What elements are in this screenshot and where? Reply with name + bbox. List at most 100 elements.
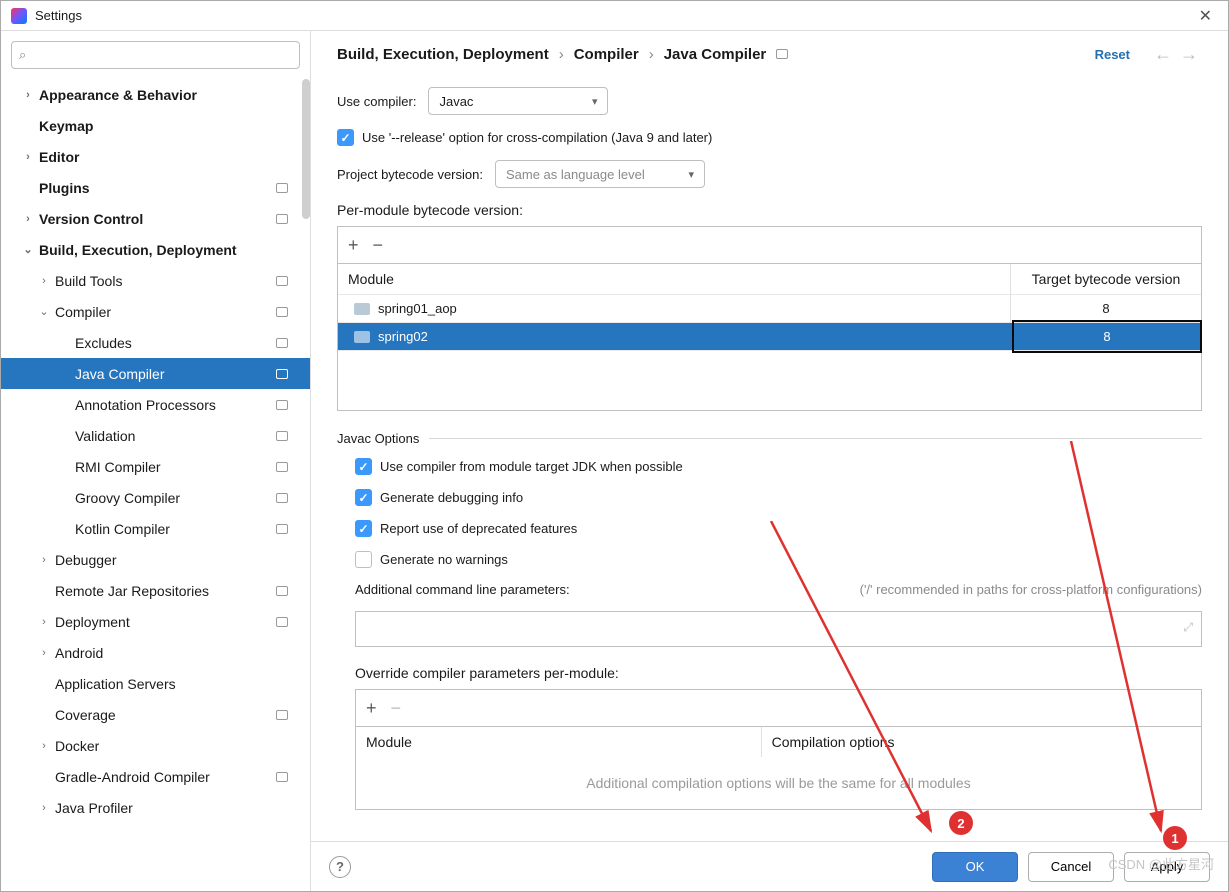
remove-icon[interactable]: −	[373, 235, 384, 256]
per-module-table: + − Module Target bytecode version sprin…	[337, 226, 1202, 411]
module-badge-icon	[776, 49, 788, 59]
add-icon[interactable]: +	[348, 235, 359, 256]
sidebar-item-version-control[interactable]: ›Version Control	[1, 203, 310, 234]
app-icon	[11, 8, 27, 24]
sidebar-item-label: Plugins	[39, 180, 90, 196]
sidebar-item-debugger[interactable]: ›Debugger	[1, 544, 310, 575]
opt-deprecated-checkbox[interactable]: ✓	[355, 520, 372, 537]
expand-icon[interactable]: ⤢	[1183, 620, 1193, 635]
crumb-build[interactable]: Build, Execution, Deployment	[337, 46, 549, 63]
divider	[429, 438, 1202, 439]
back-icon[interactable]: ←	[1150, 44, 1176, 65]
opt-deprecated-label: Report use of deprecated features	[380, 521, 577, 536]
sidebar-item-build-tools[interactable]: ›Build Tools	[1, 265, 310, 296]
close-icon[interactable]: ✕	[1193, 6, 1218, 26]
table-row[interactable]: spring02 8	[338, 322, 1201, 350]
cancel-button[interactable]: Cancel	[1028, 852, 1114, 882]
reset-link[interactable]: Reset	[1095, 47, 1130, 62]
sidebar-item-rmi-compiler[interactable]: RMI Compiler	[1, 451, 310, 482]
sidebar-item-java-compiler[interactable]: Java Compiler	[1, 358, 310, 389]
sidebar-item-label: Application Servers	[55, 676, 176, 692]
col-override-module[interactable]: Module	[356, 727, 762, 757]
sidebar-item-label: Docker	[55, 738, 99, 754]
sidebar-item-kotlin-compiler[interactable]: Kotlin Compiler	[1, 513, 310, 544]
module-badge-icon	[276, 617, 288, 627]
sidebar-item-groovy-compiler[interactable]: Groovy Compiler	[1, 482, 310, 513]
sidebar-item-remote-jar-repositories[interactable]: Remote Jar Repositories	[1, 575, 310, 606]
use-compiler-value: Javac	[439, 94, 473, 109]
sidebar-item-appearance-behavior[interactable]: ›Appearance & Behavior	[1, 79, 310, 110]
col-target[interactable]: Target bytecode version	[1011, 264, 1201, 294]
col-module[interactable]: Module	[338, 264, 1011, 294]
additional-params-hint: ('/' recommended in paths for cross-plat…	[860, 582, 1202, 597]
crumb-java-compiler: Java Compiler	[664, 46, 767, 63]
sidebar-item-label: Build, Execution, Deployment	[39, 242, 237, 258]
col-override-options[interactable]: Compilation options	[762, 727, 1201, 757]
help-icon[interactable]: ?	[329, 856, 351, 878]
opt-debug-label: Generate debugging info	[380, 490, 523, 505]
sidebar-item-label: RMI Compiler	[75, 459, 161, 475]
chevron-icon: ⌄	[21, 243, 35, 256]
javac-options-label: Javac Options	[337, 431, 419, 446]
module-badge-icon	[276, 183, 288, 193]
sidebar-item-validation[interactable]: Validation	[1, 420, 310, 451]
sidebar-item-label: Annotation Processors	[75, 397, 216, 413]
module-badge-icon	[276, 586, 288, 596]
chevron-icon: ›	[37, 647, 51, 659]
sidebar-item-docker[interactable]: ›Docker	[1, 730, 310, 761]
sidebar-item-label: Gradle-Android Compiler	[55, 769, 210, 785]
breadcrumb: Build, Execution, Deployment › Compiler …	[337, 46, 1095, 63]
sidebar-item-build-execution-deployment[interactable]: ⌄ Build, Execution, Deployment	[1, 234, 310, 265]
forward-icon[interactable]: →	[1176, 44, 1202, 65]
table-row[interactable]: spring01_aop8	[338, 294, 1201, 322]
override-label: Override compiler parameters per-module:	[355, 665, 1202, 681]
project-bytecode-dropdown[interactable]: Same as language level ▾	[495, 160, 705, 188]
opt-module-jdk-label: Use compiler from module target JDK when…	[380, 459, 683, 474]
opt-no-warnings-checkbox[interactable]	[355, 551, 372, 568]
sidebar-item-java-profiler[interactable]: ›Java Profiler	[1, 792, 310, 823]
chevron-right-icon: ›	[559, 46, 564, 63]
search-input[interactable]	[11, 41, 300, 69]
sidebar-item-deployment[interactable]: ›Deployment	[1, 606, 310, 637]
module-badge-icon	[276, 338, 288, 348]
sidebar-item-application-servers[interactable]: Application Servers	[1, 668, 310, 699]
sidebar-item-coverage[interactable]: Coverage	[1, 699, 310, 730]
add-icon[interactable]: +	[366, 698, 377, 719]
use-compiler-dropdown[interactable]: Javac ▾	[428, 87, 608, 115]
sidebar-item-label: Build Tools	[55, 273, 122, 289]
target-version-cell[interactable]: 8	[1011, 294, 1201, 323]
ok-button[interactable]: OK	[932, 852, 1018, 882]
module-badge-icon	[276, 431, 288, 441]
sidebar-item-label: Validation	[75, 428, 135, 444]
additional-params-input[interactable]: ⤢	[355, 611, 1202, 647]
folder-icon	[354, 303, 370, 315]
sidebar-item-label: Excludes	[75, 335, 132, 351]
project-bytecode-value: Same as language level	[506, 167, 645, 182]
sidebar-item-android[interactable]: ›Android	[1, 637, 310, 668]
sidebar-item-gradle-android-compiler[interactable]: Gradle-Android Compiler	[1, 761, 310, 792]
module-name: spring02	[378, 329, 428, 344]
settings-tree: ›Appearance & BehaviorKeymap›EditorPlugi…	[1, 79, 310, 891]
crumb-compiler[interactable]: Compiler	[574, 46, 639, 63]
sidebar-item-annotation-processors[interactable]: Annotation Processors	[1, 389, 310, 420]
chevron-icon: ›	[37, 802, 51, 814]
sidebar-item-label: Appearance & Behavior	[39, 87, 197, 103]
chevron-icon: ›	[21, 151, 35, 163]
release-label: Use '--release' option for cross-compila…	[362, 130, 712, 145]
sidebar-item-label: Groovy Compiler	[75, 490, 180, 506]
folder-icon	[354, 331, 370, 343]
sidebar-item-editor[interactable]: ›Editor	[1, 141, 310, 172]
sidebar-item-plugins[interactable]: Plugins	[1, 172, 310, 203]
remove-icon[interactable]: −	[391, 698, 402, 719]
opt-module-jdk-checkbox[interactable]: ✓	[355, 458, 372, 475]
apply-button[interactable]: Apply	[1124, 852, 1210, 882]
module-badge-icon	[276, 276, 288, 286]
chevron-icon: ⌄	[37, 305, 51, 318]
release-checkbox[interactable]: ✓	[337, 129, 354, 146]
sidebar-item-compiler[interactable]: ⌄Compiler	[1, 296, 310, 327]
sidebar-item-keymap[interactable]: Keymap	[1, 110, 310, 141]
opt-debug-checkbox[interactable]: ✓	[355, 489, 372, 506]
sidebar-item-excludes[interactable]: Excludes	[1, 327, 310, 358]
chevron-right-icon: ›	[649, 46, 654, 63]
target-version-cell[interactable]: 8	[1012, 320, 1202, 353]
